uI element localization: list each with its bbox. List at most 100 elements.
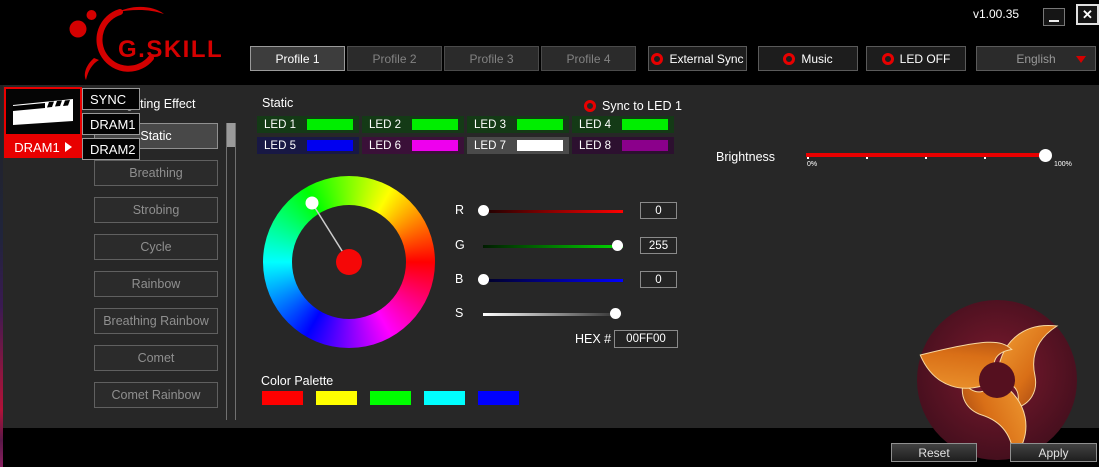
gskill-rgb-app: G.SKILL v1.00.35 ✕ Profile 1 Profile 2 P… xyxy=(0,0,1099,467)
led-8-cell[interactable]: LED 8 xyxy=(572,137,674,154)
language-selected-label: English xyxy=(1016,51,1056,66)
tab-profile-4[interactable]: Profile 4 xyxy=(541,46,636,71)
left-rainbow-strip xyxy=(0,85,3,467)
music-label: Music xyxy=(801,51,833,66)
led-off-label: LED OFF xyxy=(899,51,951,66)
device-selected-label: DRAM1 xyxy=(14,139,60,155)
green-slider-label: G xyxy=(455,238,465,252)
red-slider-label: R xyxy=(455,203,465,217)
ram-module-icon xyxy=(13,98,73,125)
led-6-cell[interactable]: LED 6 xyxy=(362,137,464,154)
menu-item-dram1[interactable]: DRAM1 xyxy=(82,113,140,135)
led-6-label: LED 6 xyxy=(369,139,401,152)
led-6-color-swatch xyxy=(412,140,458,151)
sync-to-led1-toggle[interactable]: Sync to LED 1 xyxy=(584,99,682,113)
device-dropdown-menu: SYNC DRAM1 DRAM2 xyxy=(82,88,140,160)
saturation-slider-track[interactable] xyxy=(483,313,623,316)
panel-title: Static xyxy=(262,96,294,110)
brightness-slider-thumb[interactable] xyxy=(1039,149,1052,162)
menu-item-dram2[interactable]: DRAM2 xyxy=(82,138,140,160)
palette-swatch-red[interactable] xyxy=(262,391,303,405)
brightness-tick-75 xyxy=(984,157,986,159)
minimize-button[interactable] xyxy=(1043,8,1065,26)
minimize-icon xyxy=(1049,20,1059,22)
close-button[interactable]: ✕ xyxy=(1076,4,1099,25)
sync-to-led1-label: Sync to LED 1 xyxy=(602,99,682,113)
scrollbar-thumb[interactable] xyxy=(227,123,235,147)
led-2-cell[interactable]: LED 2 xyxy=(362,116,464,133)
language-dropdown[interactable]: English xyxy=(976,46,1096,71)
led-off-indicator-icon xyxy=(881,52,894,65)
brightness-max-label: 100% xyxy=(1054,161,1072,168)
saturation-slider-thumb[interactable] xyxy=(610,308,621,319)
led-1-cell[interactable]: LED 1 xyxy=(257,116,359,133)
brightness-label: Brightness xyxy=(716,150,776,164)
blue-slider-thumb[interactable] xyxy=(478,274,489,285)
reset-button[interactable]: Reset xyxy=(891,443,977,462)
red-slider-thumb[interactable] xyxy=(478,205,489,216)
led-3-cell[interactable]: LED 3 xyxy=(467,116,569,133)
effect-cycle-button[interactable]: Cycle xyxy=(94,234,218,260)
led-7-color-swatch xyxy=(517,140,563,151)
green-slider-track[interactable] xyxy=(483,245,623,248)
led-8-label: LED 8 xyxy=(579,139,611,152)
tab-profile-1[interactable]: Profile 1 xyxy=(250,46,345,71)
led-5-color-swatch xyxy=(307,140,353,151)
palette-swatch-yellow[interactable] xyxy=(316,391,357,405)
led-grid: LED 1 LED 2 LED 3 LED 4 LED 5 LED 6 LED … xyxy=(257,116,674,154)
palette-swatch-blue[interactable] xyxy=(478,391,519,405)
apply-button[interactable]: Apply xyxy=(1010,443,1097,462)
green-slider-row: G 255 xyxy=(455,237,685,255)
blue-slider-track[interactable] xyxy=(483,279,623,282)
brightness-min-label: 0% xyxy=(807,161,818,168)
palette-swatch-cyan[interactable] xyxy=(424,391,465,405)
led-7-cell[interactable]: LED 7 xyxy=(467,137,569,154)
music-button[interactable]: Music xyxy=(758,46,858,71)
effect-breathing-rainbow-button[interactable]: Breathing Rainbow xyxy=(94,308,218,334)
effect-rainbow-button[interactable]: Rainbow xyxy=(94,271,218,297)
blue-slider-label: B xyxy=(455,272,464,286)
color-wheel[interactable] xyxy=(263,176,435,348)
effects-list: Static Breathing Strobing Cycle Rainbow … xyxy=(94,123,218,408)
wheel-center-dot xyxy=(336,249,362,275)
device-selected-bar[interactable]: DRAM1 xyxy=(4,136,82,158)
external-sync-button[interactable]: External Sync xyxy=(648,46,747,71)
led-8-color-swatch xyxy=(622,140,668,151)
title-bar: G.SKILL v1.00.35 ✕ Profile 1 Profile 2 P… xyxy=(0,0,1099,85)
color-palette-label: Color Palette xyxy=(261,374,334,388)
effect-comet-button[interactable]: Comet xyxy=(94,345,218,371)
led-7-label: LED 7 xyxy=(474,139,506,152)
led-1-color-swatch xyxy=(307,119,353,130)
palette-swatch-green[interactable] xyxy=(370,391,411,405)
hue-selector-dot xyxy=(305,196,319,210)
color-palette xyxy=(262,391,519,405)
tab-profile-2[interactable]: Profile 2 xyxy=(347,46,442,71)
led-4-cell[interactable]: LED 4 xyxy=(572,116,674,133)
led-off-button[interactable]: LED OFF xyxy=(866,46,966,71)
led-2-label: LED 2 xyxy=(369,118,401,131)
brightness-tick-25 xyxy=(866,157,868,159)
effect-breathing-button[interactable]: Breathing xyxy=(94,160,218,186)
hex-value-input[interactable]: 00FF00 xyxy=(614,330,678,348)
hex-label: HEX # xyxy=(575,332,612,346)
external-sync-label: External Sync xyxy=(669,51,744,66)
effect-comet-rainbow-button[interactable]: Comet Rainbow xyxy=(94,382,218,408)
red-slider-track[interactable] xyxy=(483,210,623,213)
color-wheel-overlay xyxy=(305,196,362,275)
chevron-right-icon xyxy=(64,142,72,152)
menu-item-sync[interactable]: SYNC xyxy=(82,88,140,110)
chevron-down-icon xyxy=(1076,56,1086,63)
device-preview-button[interactable] xyxy=(4,87,82,136)
saturation-slider-label: S xyxy=(455,306,464,320)
red-value-input[interactable]: 0 xyxy=(640,202,677,219)
led-5-cell[interactable]: LED 5 xyxy=(257,137,359,154)
led-4-label: LED 4 xyxy=(579,118,611,131)
green-value-input[interactable]: 255 xyxy=(640,237,677,254)
brightness-tick-0 xyxy=(807,157,809,159)
sync-to-led1-icon xyxy=(584,100,596,112)
blue-value-input[interactable]: 0 xyxy=(640,271,677,288)
green-slider-thumb[interactable] xyxy=(612,240,623,251)
effect-strobing-button[interactable]: Strobing xyxy=(94,197,218,223)
effects-scrollbar[interactable] xyxy=(226,123,236,420)
tab-profile-3[interactable]: Profile 3 xyxy=(444,46,539,71)
